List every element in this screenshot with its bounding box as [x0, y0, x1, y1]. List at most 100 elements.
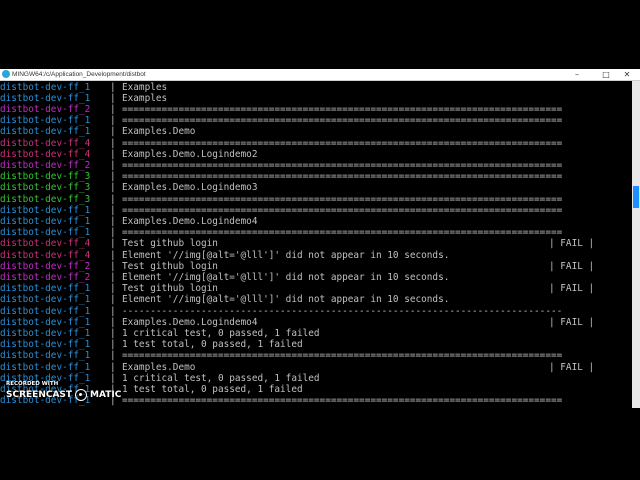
container-tag: distbot-dev-ff_1: [0, 215, 91, 227]
test-status: | FAIL |: [549, 361, 595, 373]
log-message: Examples.Demo: [122, 361, 196, 373]
log-message: ========================================…: [122, 395, 563, 407]
line-separator: |: [110, 92, 116, 104]
log-message: Element '//img[@alt='@lll']' did not app…: [122, 249, 450, 261]
log-message: 1 critical test, 0 passed, 1 failed: [122, 327, 320, 339]
line-separator: |: [110, 137, 116, 149]
container-tag: distbot-dev-ff_1: [0, 339, 91, 351]
container-tag: distbot-dev-ff_1: [0, 81, 91, 93]
container-tag: distbot-dev-ff_1: [0, 327, 91, 339]
scrollbar-thumb[interactable]: [633, 186, 639, 208]
container-tag: distbot-dev-ff_1: [0, 316, 91, 328]
container-tag: distbot-dev-ff_1: [0, 227, 91, 239]
log-message: 1 critical test, 0 passed, 1 failed: [122, 372, 320, 384]
log-message: Examples.Demo.Logindemo2: [122, 148, 258, 160]
log-message: ========================================…: [122, 137, 563, 149]
test-status: | FAIL |: [549, 283, 595, 295]
container-tag: distbot-dev-ff_2: [0, 103, 91, 115]
minimize-button[interactable]: –: [567, 69, 587, 80]
line-separator: |: [110, 115, 116, 127]
line-separator: |: [110, 182, 116, 194]
log-message: ========================================…: [122, 115, 563, 127]
log-message: Element '//img[@alt='@lll']' did not app…: [122, 271, 450, 283]
line-separator: |: [110, 327, 116, 339]
container-tag: distbot-dev-ff_4: [0, 249, 91, 261]
container-tag: distbot-dev-ff_3: [0, 193, 91, 205]
line-separator: |: [110, 103, 116, 115]
window-titlebar[interactable]: MINGW64:/c/Application_Development/distb…: [0, 69, 640, 81]
log-message: Examples.Demo: [122, 126, 196, 138]
log-message: Test github login: [122, 238, 218, 250]
test-status: | FAIL |: [549, 238, 595, 250]
test-status: | FAIL |: [549, 316, 595, 328]
line-separator: |: [110, 126, 116, 138]
log-message: Test github login: [122, 260, 218, 272]
container-tag: distbot-dev-ff_1: [0, 294, 91, 306]
log-message: ========================================…: [122, 103, 563, 115]
line-separator: |: [110, 193, 116, 205]
log-message: ========================================…: [122, 159, 563, 171]
log-message: ========================================…: [122, 227, 563, 239]
watermark-brand: SCREENCAST MATIC: [6, 388, 121, 402]
maximize-button[interactable]: □: [596, 69, 616, 80]
log-message: Examples.Demo.Logindemo4: [122, 316, 258, 328]
line-separator: |: [110, 339, 116, 351]
line-separator: |: [110, 148, 116, 160]
log-message: 1 test total, 0 passed, 1 failed: [122, 383, 303, 395]
container-tag: distbot-dev-ff_1: [0, 92, 91, 104]
test-status: | FAIL |: [549, 260, 595, 272]
log-message: ========================================…: [122, 171, 563, 183]
line-separator: |: [110, 271, 116, 283]
line-separator: |: [110, 350, 116, 362]
screencast-logo-icon: [75, 389, 88, 401]
line-separator: |: [110, 227, 116, 239]
log-message: Test github login: [122, 283, 218, 295]
line-separator: |: [110, 204, 116, 216]
log-message: 1 test total, 0 passed, 1 failed: [122, 339, 303, 351]
container-tag: distbot-dev-ff_4: [0, 137, 91, 149]
line-separator: |: [110, 316, 116, 328]
log-message: ========================================…: [122, 204, 563, 216]
container-tag: distbot-dev-ff_1: [0, 305, 91, 317]
line-separator: |: [110, 159, 116, 171]
log-message: Examples: [122, 92, 168, 104]
screencast-watermark: RECORDED WITH SCREENCAST MATIC: [6, 381, 121, 402]
close-button[interactable]: ✕: [617, 69, 637, 80]
log-message: Examples.Demo.Logindemo4: [122, 215, 258, 227]
log-message: Examples: [122, 81, 168, 93]
container-tag: distbot-dev-ff_2: [0, 159, 91, 171]
mingw-app-icon: [2, 70, 10, 78]
container-tag: distbot-dev-ff_1: [0, 126, 91, 138]
watermark-brand-part1: SCREENCAST: [6, 390, 73, 400]
log-message: Element '//img[@alt='@lll']' did not app…: [122, 294, 450, 306]
line-separator: |: [110, 171, 116, 183]
line-separator: |: [110, 215, 116, 227]
line-separator: |: [110, 283, 116, 295]
line-separator: |: [110, 294, 116, 306]
terminal-scrollbar[interactable]: [632, 81, 640, 408]
line-separator: |: [110, 260, 116, 272]
container-tag: distbot-dev-ff_4: [0, 238, 91, 250]
container-tag: distbot-dev-ff_1: [0, 204, 91, 216]
log-message: ========================================…: [122, 350, 563, 362]
container-tag: distbot-dev-ff_4: [0, 148, 91, 160]
line-separator: |: [110, 249, 116, 261]
log-message: Examples.Demo.Logindemo3: [122, 182, 258, 194]
line-separator: |: [110, 238, 116, 250]
line-separator: |: [110, 305, 116, 317]
container-tag: distbot-dev-ff_3: [0, 171, 91, 183]
line-separator: |: [110, 81, 116, 93]
container-tag: distbot-dev-ff_1: [0, 283, 91, 295]
window-title: MINGW64:/c/Application_Development/distb…: [12, 71, 146, 78]
watermark-brand-part2: MATIC: [90, 390, 122, 400]
container-tag: distbot-dev-ff_1: [0, 115, 91, 127]
line-separator: |: [110, 361, 116, 373]
container-tag: distbot-dev-ff_1: [0, 350, 91, 362]
container-tag: distbot-dev-ff_3: [0, 182, 91, 194]
log-message: ----------------------------------------…: [122, 305, 563, 317]
container-tag: distbot-dev-ff_1: [0, 361, 91, 373]
container-tag: distbot-dev-ff_2: [0, 271, 91, 283]
container-tag: distbot-dev-ff_2: [0, 260, 91, 272]
watermark-recorded-with: RECORDED WITH: [6, 381, 59, 387]
terminal-output[interactable]: distbot-dev-ff_1 | Examples distbot-dev-ff_…: [0, 81, 632, 408]
